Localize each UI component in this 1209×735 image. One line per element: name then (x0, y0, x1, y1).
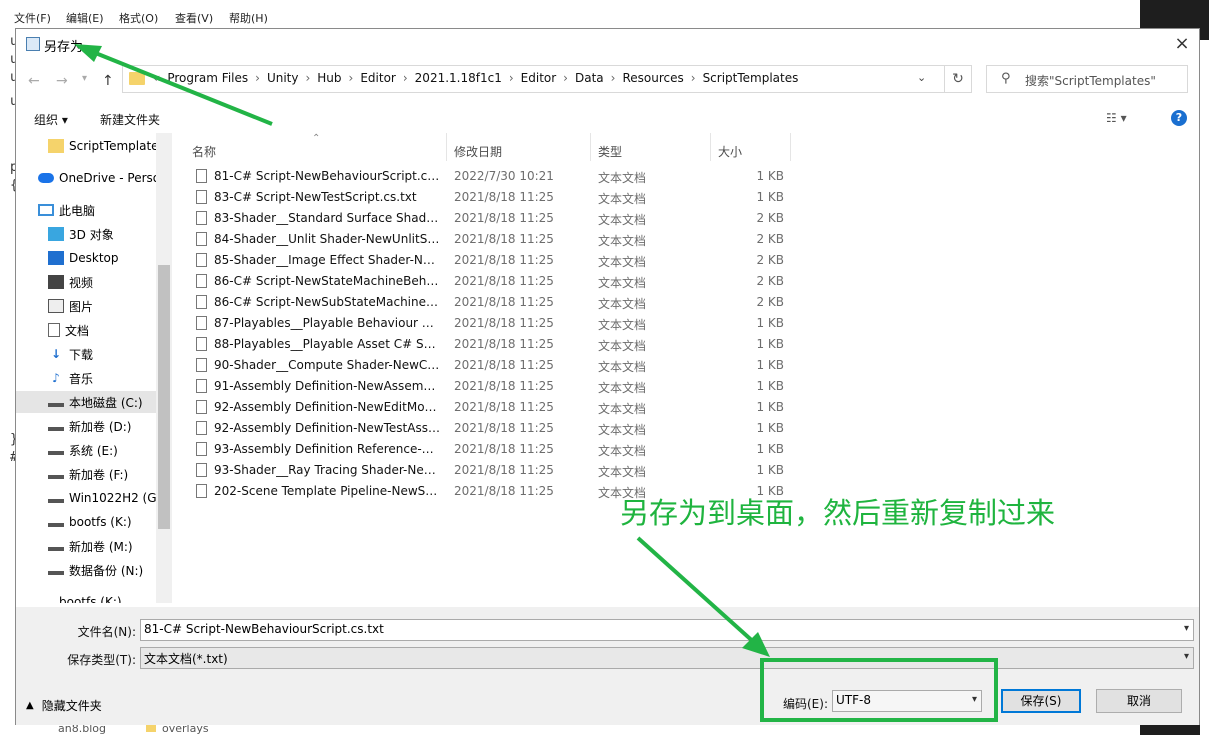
annotation-arrow-to-title (74, 44, 273, 126)
annotation-highlight-box (760, 658, 998, 722)
annotation-arrow-to-encoding (636, 536, 770, 657)
annotation-arrows (74, 44, 770, 657)
annotation-text: 另存为到桌面，然后重新复制过来 (620, 496, 1056, 530)
